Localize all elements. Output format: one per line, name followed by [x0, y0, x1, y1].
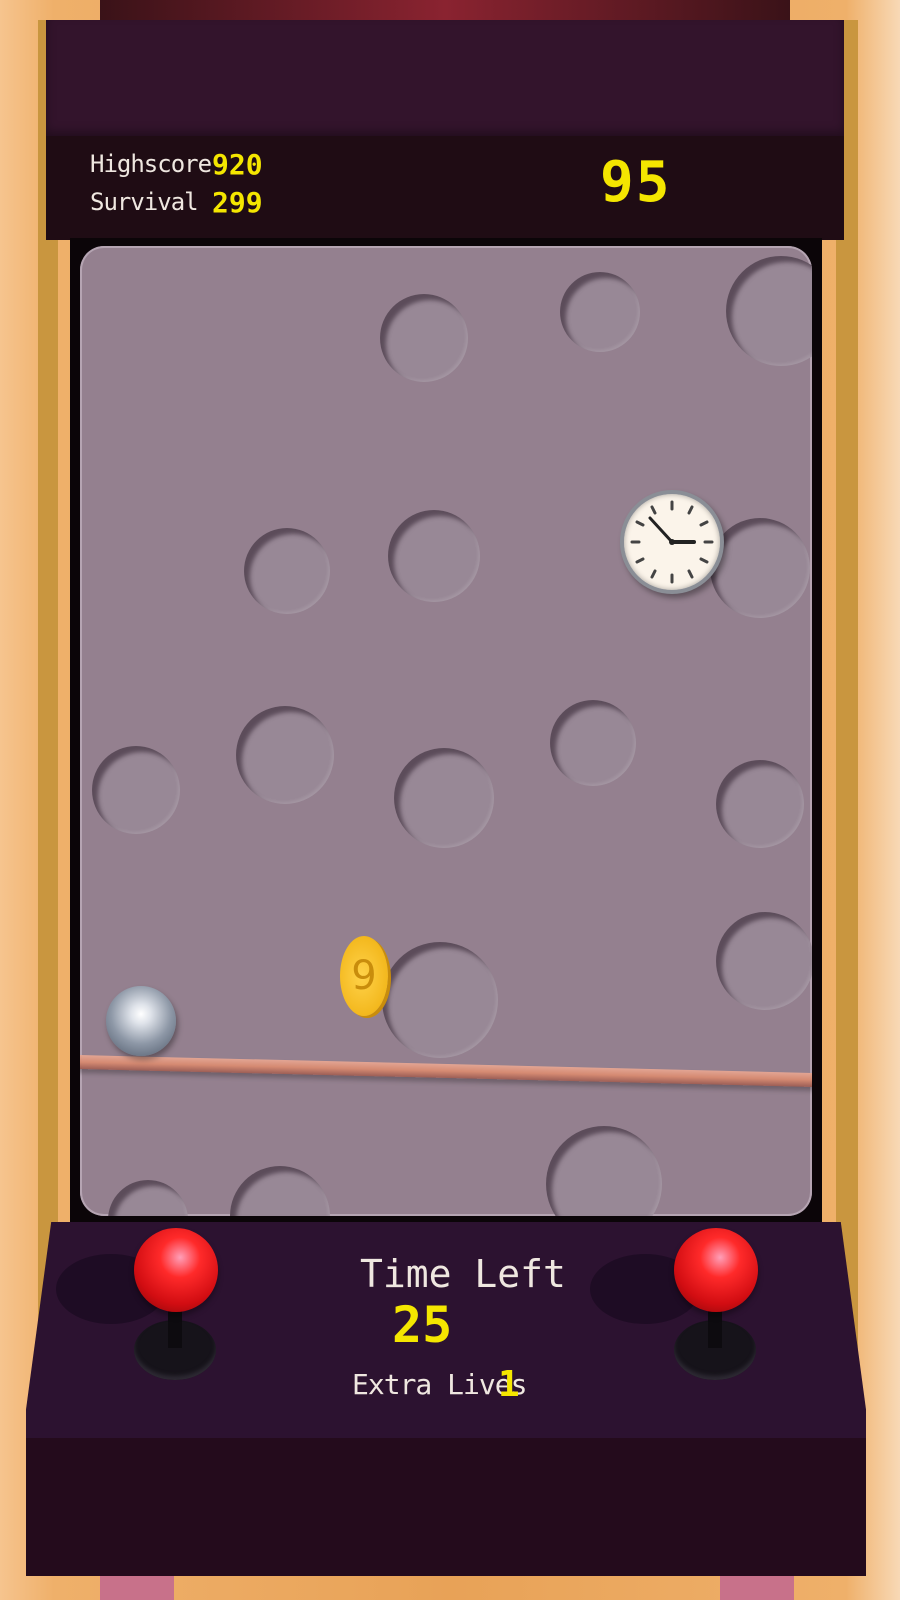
cabinet-marquee [46, 20, 844, 138]
hole [230, 1166, 330, 1216]
clock-face [630, 500, 714, 584]
highscore-value: 920 [212, 148, 263, 181]
time-left-value: 25 [392, 1296, 453, 1354]
hole [560, 272, 640, 352]
floor-decor-right [720, 1576, 794, 1600]
current-score: 95 [600, 150, 672, 215]
time-left-label: Time Left [360, 1252, 566, 1296]
playfield[interactable]: 9 [80, 246, 812, 1216]
player-ball[interactable] [106, 986, 176, 1056]
hole [546, 1126, 662, 1216]
cabinet-top-strip [100, 0, 790, 22]
coin-label: 9 [351, 953, 377, 999]
joystick-right-knob[interactable] [674, 1228, 758, 1312]
hole [380, 294, 468, 382]
hole [726, 256, 812, 366]
survival-label: Survival [90, 188, 199, 216]
highscore-label: Highscore [90, 150, 212, 178]
hole [236, 706, 334, 804]
hole [382, 942, 498, 1058]
hole [710, 518, 810, 618]
hole [394, 748, 494, 848]
hole [716, 912, 812, 1010]
hole [716, 760, 804, 848]
cabinet-base [26, 1438, 866, 1576]
extra-lives-value: 1 [498, 1364, 520, 1405]
joystick-left-knob[interactable] [134, 1228, 218, 1312]
clock-pickup-icon [620, 490, 724, 594]
coin-icon: 9 [340, 936, 388, 1016]
floor-rail [80, 1054, 812, 1088]
hole [550, 700, 636, 786]
hole [108, 1180, 188, 1216]
hole [92, 746, 180, 834]
survival-value: 299 [212, 186, 263, 219]
hole [244, 528, 330, 614]
floor-decor-left [100, 1576, 174, 1600]
hole [388, 510, 480, 602]
